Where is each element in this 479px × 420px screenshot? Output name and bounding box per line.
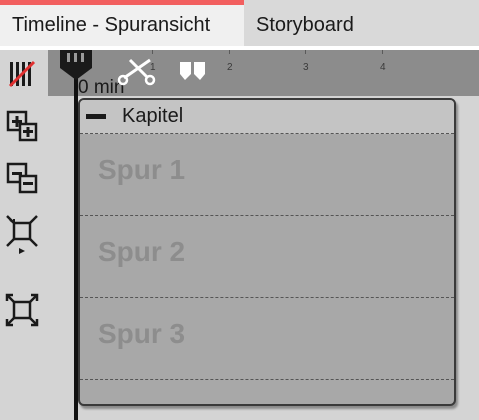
left-toolbar	[0, 50, 48, 420]
scissors-icon[interactable]	[116, 56, 156, 88]
track-row[interactable]: Spur 2	[80, 216, 454, 298]
track-row[interactable]: Spur 3	[80, 298, 454, 380]
time-ruler[interactable]: 1 2 3 4 0 min	[48, 50, 479, 98]
playhead-line[interactable]	[74, 74, 78, 420]
split-tracks-icon	[8, 60, 36, 88]
ruler-tick	[382, 50, 383, 54]
collapse-chapter-button[interactable]	[86, 114, 106, 119]
chapter-block[interactable]: Kapitel Spur 1 Spur 2 Spur 3	[78, 98, 456, 406]
ruler-tick	[305, 50, 306, 54]
playhead-handle-icon[interactable]	[58, 48, 94, 82]
ruler-tick-label: 3	[303, 62, 309, 73]
ruler-tick-label: 2	[227, 62, 233, 73]
expand-tracks-button[interactable]	[4, 108, 40, 144]
collapse-tracks-button[interactable]	[4, 160, 40, 196]
tab-label: Storyboard	[256, 14, 354, 36]
split-tracks-button[interactable]	[4, 56, 40, 92]
ruler-tick	[152, 50, 153, 54]
track-label: Spur 1	[98, 154, 186, 185]
chapter-label: Kapitel	[122, 105, 184, 127]
collapse-tracks-icon	[6, 162, 38, 194]
track-row[interactable]: Spur 1	[80, 134, 454, 216]
ruler-tick	[229, 50, 230, 54]
fit-view-icon	[5, 293, 39, 327]
tab-bar: Timeline - Spuransicht Storyboard	[0, 0, 479, 46]
chapter-header: Kapitel	[80, 100, 454, 134]
marker-icon[interactable]	[178, 60, 208, 82]
shrink-view-button[interactable]	[4, 215, 40, 254]
track-label: Spur 2	[98, 236, 186, 267]
shrink-view-icon	[6, 215, 38, 254]
expand-tracks-icon	[6, 110, 38, 142]
tab-timeline-spuransicht[interactable]: Timeline - Spuransicht	[0, 5, 244, 46]
tab-storyboard[interactable]: Storyboard	[244, 5, 479, 46]
track-label: Spur 3	[98, 318, 186, 349]
ruler-tick-label: 4	[380, 62, 386, 73]
tab-label: Timeline - Spuransicht	[12, 14, 211, 36]
fit-view-button[interactable]	[4, 292, 40, 328]
timeline-area[interactable]: Kapitel Spur 1 Spur 2 Spur 3	[48, 96, 479, 420]
